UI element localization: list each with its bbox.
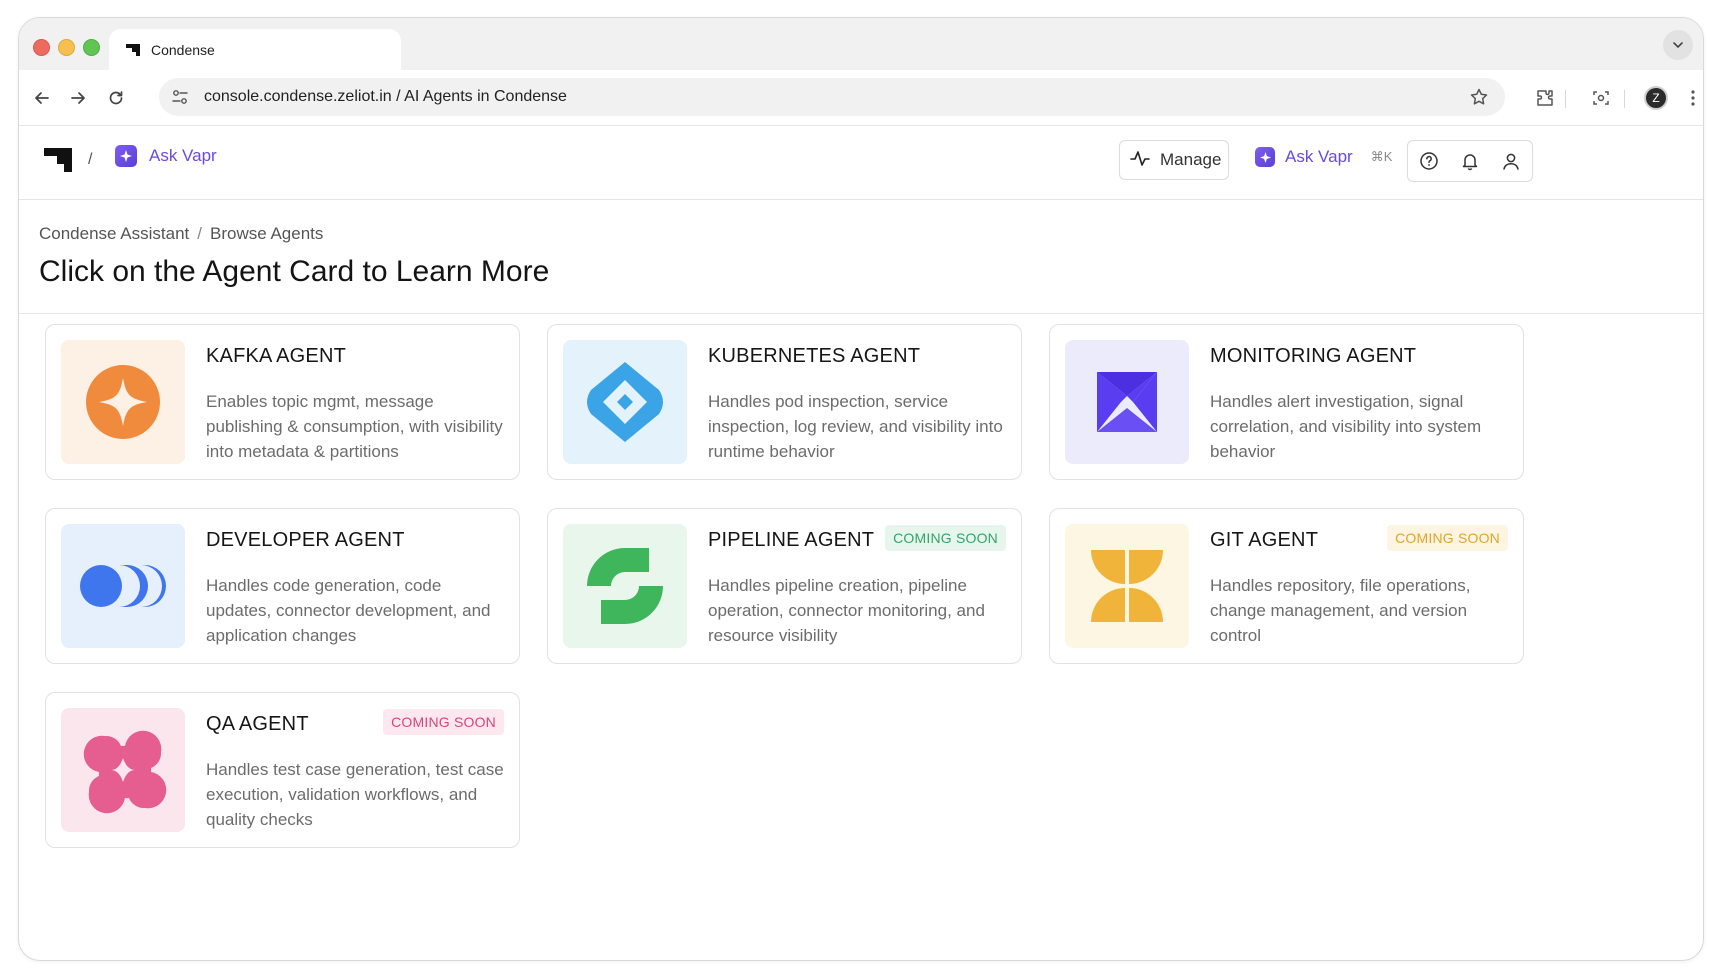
developer-agent-logo-icon	[61, 524, 185, 648]
bookmark-star-icon[interactable]	[1469, 87, 1489, 107]
agent-name: MONITORING AGENT	[1210, 345, 1417, 367]
breadcrumb-item-condense-assistant[interactable]: Condense Assistant	[39, 224, 189, 244]
close-window-button[interactable]	[33, 39, 50, 56]
extensions-icon[interactable]	[1531, 84, 1559, 112]
pipeline-agent-logo-icon	[563, 524, 687, 648]
url-domain: console.condense.zeliot.in	[204, 88, 392, 105]
kafka-agent-logo-icon	[61, 340, 185, 464]
agent-name: DEVELOPER AGENT	[206, 529, 405, 551]
manage-button[interactable]: Manage	[1119, 140, 1229, 180]
agent-description: Handles alert investigation, signal corr…	[1210, 392, 1482, 461]
agent-description: Enables topic mgmt, message publishing &…	[206, 392, 503, 461]
keyboard-shortcut-hint: ⌘K	[1370, 149, 1393, 164]
page-heading: Condense Assistant / Browse Agents Click…	[19, 201, 1703, 314]
user-icon[interactable]	[1500, 150, 1522, 172]
breadcrumb-item-browse-agents: Browse Agents	[210, 224, 324, 243]
agent-description: Handles pipeline creation, pipeline oper…	[708, 576, 985, 645]
agent-name: QA AGENT	[206, 713, 309, 735]
vapr-sparkle-icon	[1255, 147, 1275, 167]
arrow-right-icon	[71, 92, 85, 104]
back-button[interactable]	[28, 84, 56, 112]
coming-soon-badge: COMING SOON	[1387, 525, 1508, 551]
agent-card-qa[interactable]: QA AGENT COMING SOON Handles test case g…	[45, 692, 520, 848]
screenshot-lens-icon[interactable]	[1587, 84, 1615, 112]
address-bar[interactable]: console.condense.zeliot.in / AI Agents i…	[159, 78, 1505, 116]
maximize-window-button[interactable]	[83, 39, 100, 56]
agent-name: KUBERNETES AGENT	[708, 345, 921, 367]
agent-card-kubernetes[interactable]: KUBERNETES AGENT Handles pod inspection,…	[547, 324, 1022, 480]
agent-card-developer[interactable]: DEVELOPER AGENT Handles code generation,…	[45, 508, 520, 664]
profile-avatar[interactable]: Z	[1644, 86, 1668, 110]
agent-name: GIT AGENT	[1210, 529, 1319, 551]
page-title: Click on the Agent Card to Learn More	[39, 255, 550, 288]
condense-favicon-icon	[125, 42, 141, 58]
header-breadcrumb-separator: /	[88, 151, 93, 168]
url-text: console.condense.zeliot.in / AI Agents i…	[204, 88, 567, 106]
agent-description: Handles test case generation, test case …	[206, 760, 504, 829]
app-header: / Ask Vapr Manage Ask Vapr ⌘K	[19, 126, 1703, 200]
agent-card-kafka[interactable]: KAFKA AGENT Enables topic mgmt, message …	[45, 324, 520, 480]
qa-agent-logo-icon	[61, 708, 185, 832]
activity-pulse-icon	[1130, 148, 1150, 173]
arrow-left-icon	[35, 92, 49, 104]
more-menu-icon[interactable]	[1679, 84, 1703, 112]
agent-card-git[interactable]: GIT AGENT COMING SOON Handles repository…	[1049, 508, 1524, 664]
browser-toolbar: console.condense.zeliot.in / AI Agents i…	[19, 70, 1703, 126]
agent-description: Handles pod inspection, service inspecti…	[708, 392, 1003, 461]
git-agent-logo-icon	[1065, 524, 1189, 648]
browser-window: Condense console.condense.zeliot.in / AI…	[18, 17, 1704, 961]
minimize-window-button[interactable]	[58, 39, 75, 56]
ask-vapr-breadcrumb-link[interactable]: Ask Vapr	[115, 145, 217, 167]
chevron-down-icon	[1673, 42, 1683, 49]
forward-button[interactable]	[64, 84, 92, 112]
agent-card-pipeline[interactable]: PIPELINE AGENT COMING SOON Handles pipel…	[547, 508, 1022, 664]
agent-name: KAFKA AGENT	[206, 345, 347, 367]
bell-icon[interactable]	[1459, 150, 1481, 172]
breadcrumb-separator: /	[197, 224, 202, 243]
monitoring-agent-logo-icon	[1065, 340, 1189, 464]
kubernetes-agent-logo-icon	[563, 340, 687, 464]
tab-title: Condense	[151, 42, 215, 58]
toolbar-divider	[1565, 90, 1566, 108]
url-path: AI Agents in Condense	[404, 88, 567, 105]
agent-description: Handles code generation, code updates, c…	[206, 576, 491, 645]
manage-label: Manage	[1160, 150, 1222, 169]
breadcrumb: Condense Assistant / Browse Agents	[39, 224, 323, 244]
help-icon[interactable]	[1418, 150, 1440, 172]
url-separator: /	[396, 88, 401, 105]
tab-bar: Condense	[19, 18, 1703, 71]
coming-soon-badge: COMING SOON	[383, 709, 504, 735]
condense-logo-icon[interactable]	[44, 144, 74, 174]
agent-card-monitoring[interactable]: MONITORING AGENT Handles alert investiga…	[1049, 324, 1524, 480]
reload-icon	[109, 91, 123, 105]
coming-soon-badge: COMING SOON	[885, 525, 1006, 551]
site-settings-icon[interactable]	[171, 88, 189, 106]
header-icon-group	[1407, 140, 1533, 182]
agent-description: Handles repository, file operations, cha…	[1210, 576, 1471, 645]
vapr-sparkle-icon	[115, 145, 137, 167]
browser-tab[interactable]: Condense	[109, 29, 401, 71]
agent-name: PIPELINE AGENT	[708, 529, 875, 551]
reload-button[interactable]	[102, 84, 130, 112]
ask-vapr-button[interactable]: Ask Vapr ⌘K	[1255, 147, 1392, 167]
ask-vapr-right-label: Ask Vapr	[1285, 147, 1353, 166]
ask-vapr-label: Ask Vapr	[149, 146, 217, 165]
tab-search-button[interactable]	[1663, 30, 1693, 60]
toolbar-divider	[1624, 90, 1625, 108]
